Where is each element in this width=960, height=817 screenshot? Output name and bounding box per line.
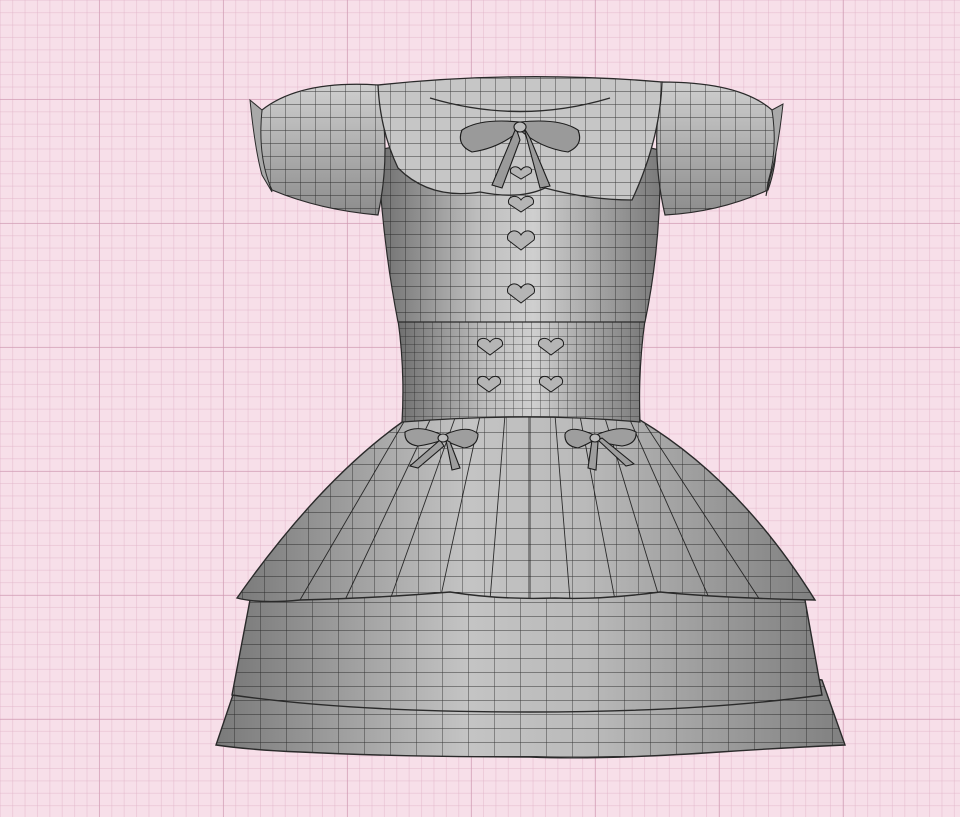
skirt-tier-top[interactable] [230, 405, 830, 615]
right-sleeve[interactable] [645, 75, 790, 220]
dress-model[interactable] [0, 0, 960, 817]
waistband[interactable] [390, 315, 650, 430]
left-sleeve[interactable] [249, 75, 390, 220]
3d-viewport[interactable] [0, 0, 960, 817]
